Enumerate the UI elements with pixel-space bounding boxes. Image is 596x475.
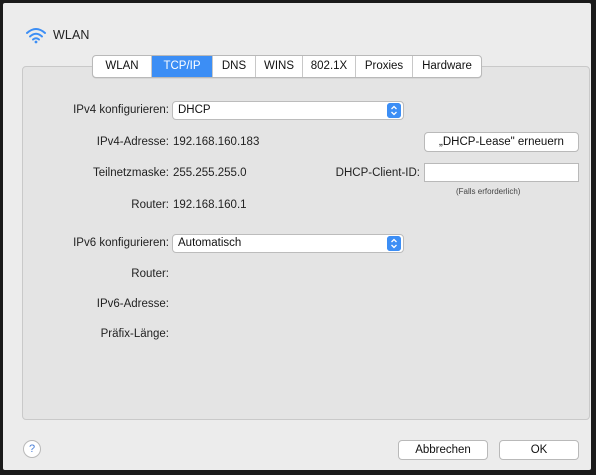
cancel-button[interactable]: Abbrechen [398,440,488,460]
ipv4-address-label: IPv4-Adresse: [96,136,169,148]
window-title: WLAN [53,28,90,42]
tab-dns[interactable]: DNS [213,56,256,77]
renew-dhcp-lease-button[interactable]: „DHCP-Lease" erneuern [424,132,579,152]
ipv6-configure-select[interactable]: Automatisch [172,234,404,253]
ipv4-router-value: 192.168.160.1 [173,199,247,211]
tcpip-panel: IPv4 konfigurieren: DHCP IPv4-Adresse: 1… [22,66,590,420]
select-stepper-icon [387,103,401,118]
tab-wlan[interactable]: WLAN [93,56,152,77]
select-stepper-icon [387,236,401,251]
ipv4-configure-label: IPv4 konfigurieren: [73,104,169,116]
network-settings-window: WLAN WLAN TCP/IP DNS WINS 802.1X Proxies… [3,3,591,470]
tab-tcpip[interactable]: TCP/IP [152,56,213,77]
ipv4-address-value: 192.168.160.183 [173,136,260,148]
ipv6-configure-label: IPv6 konfigurieren: [73,237,169,249]
dhcp-client-id-label: DHCP-Client-ID: [335,167,420,179]
tab-proxies[interactable]: Proxies [356,56,413,77]
tab-8021x[interactable]: 802.1X [303,56,356,77]
subnet-mask-label: Teilnetzmaske: [92,167,169,179]
wifi-icon [26,28,46,44]
ipv4-configure-select[interactable]: DHCP [172,101,404,120]
prefix-length-label: Präfix-Länge: [100,328,169,340]
tab-wins[interactable]: WINS [256,56,303,77]
subnet-mask-value: 255.255.255.0 [173,167,247,179]
ipv6-configure-value: Automatisch [178,237,242,249]
dhcp-client-id-field[interactable] [424,163,579,182]
dhcp-client-id-hint: (Falls erforderlich) [456,187,521,196]
tab-bar: WLAN TCP/IP DNS WINS 802.1X Proxies Hard… [92,55,482,78]
tab-hardware[interactable]: Hardware [413,56,481,77]
ok-button[interactable]: OK [499,440,579,460]
ipv6-router-label: Router: [131,268,169,280]
help-button[interactable]: ? [23,440,41,458]
ipv4-configure-value: DHCP [178,104,211,116]
window-header: WLAN [25,25,90,45]
ipv6-address-label: IPv6-Adresse: [96,298,169,310]
ipv4-router-label: Router: [131,199,169,211]
